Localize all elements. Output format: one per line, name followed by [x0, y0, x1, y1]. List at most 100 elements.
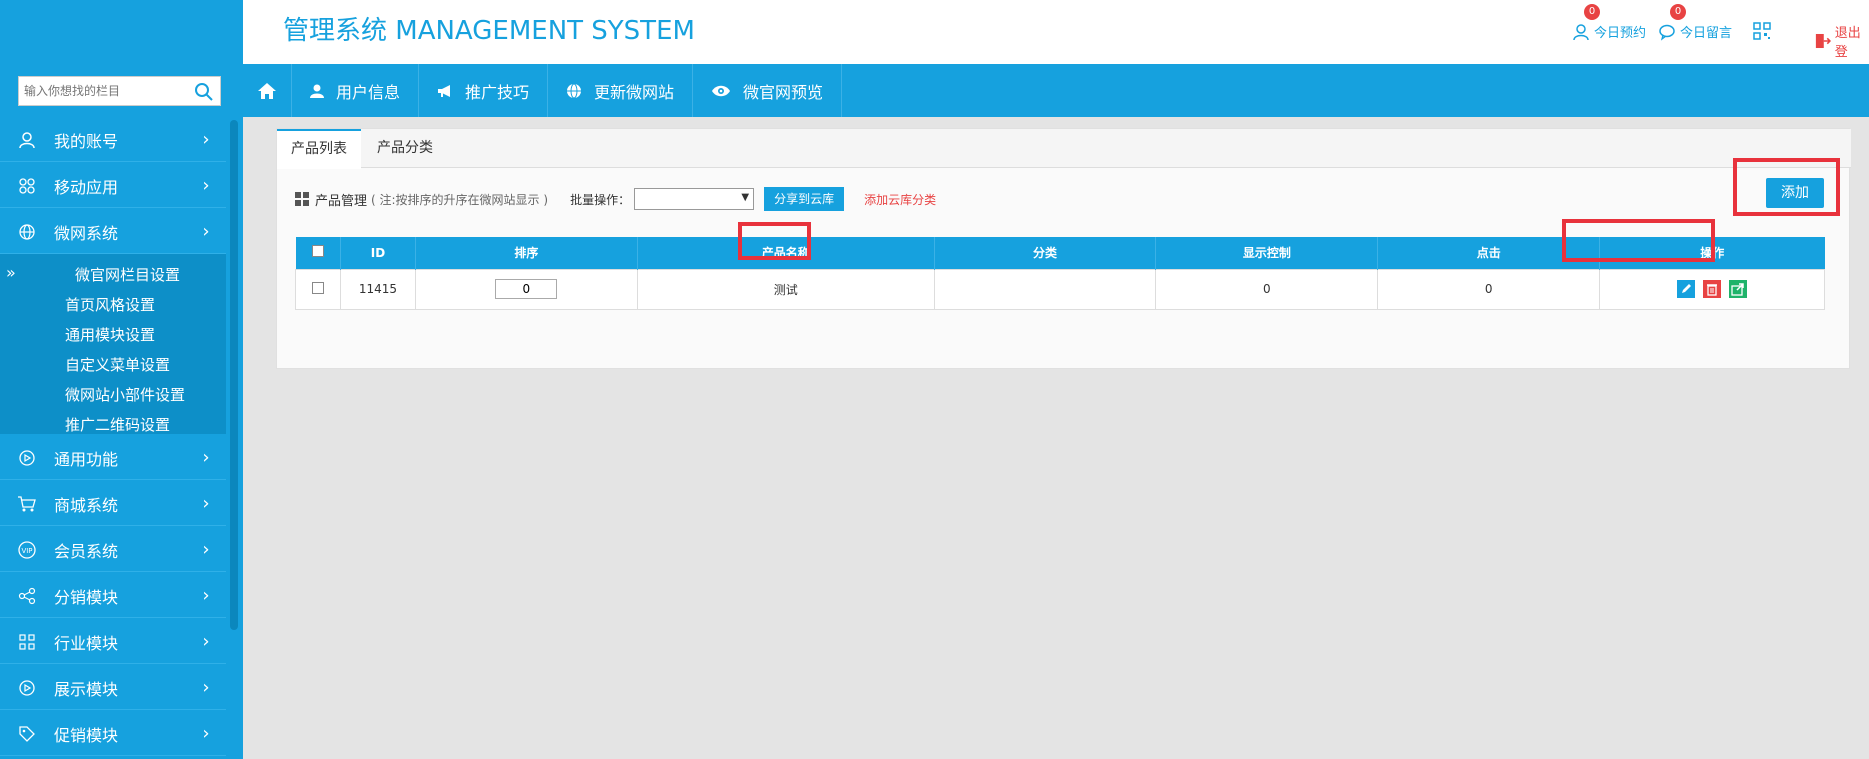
sidebar-item-label: 微网系统	[54, 220, 186, 244]
tag-icon	[0, 725, 54, 743]
globe-icon	[0, 223, 54, 241]
share-icon[interactable]	[1729, 280, 1747, 298]
header: 管理系统 MANAGEMENT SYSTEM 今日预约 0 今日留言 0 退出登	[243, 0, 1869, 64]
nav-label: 推广技巧	[465, 79, 529, 103]
double-chevron-right-icon: »	[6, 263, 16, 282]
actions-cell	[1600, 269, 1825, 309]
batch-label: 批量操作：	[570, 191, 630, 208]
caret-down-icon: ▼	[741, 192, 749, 203]
today-appointments-link[interactable]: 今日预约	[1572, 22, 1646, 41]
chevron-right-icon: ›	[186, 175, 226, 196]
sidebar-item-mobile-apps[interactable]: 移动应用 ›	[0, 164, 226, 208]
sidebar-item-label: 我的账号	[54, 128, 186, 152]
column-header: 显示控制	[1156, 237, 1378, 269]
today-appointments-label: 今日预约	[1594, 22, 1646, 41]
share-to-cloud-button[interactable]: 分享到云库	[764, 187, 844, 211]
chat-icon	[1658, 23, 1676, 41]
grid-icon	[295, 192, 309, 206]
sidebar-scrollbar[interactable]	[230, 120, 238, 630]
user-icon	[1572, 23, 1590, 41]
sidebar-item-industry[interactable]: 行业模块 ›	[0, 620, 226, 664]
category-cell	[934, 269, 1156, 309]
tab-product-list[interactable]: 产品列表	[277, 129, 361, 169]
name-cell: 测试	[637, 269, 934, 309]
nav-label: 微官网预览	[743, 79, 823, 103]
sidebar-item-label: 行业模块	[54, 630, 186, 654]
cart-icon	[0, 495, 54, 513]
sort-input[interactable]	[495, 279, 557, 299]
select-all-checkbox[interactable]	[312, 245, 324, 257]
home-icon	[257, 82, 277, 100]
nav-home[interactable]	[243, 64, 292, 117]
sidebar-search	[18, 76, 221, 106]
add-cloud-category-link[interactable]: 添加云库分类	[864, 191, 936, 208]
row-checkbox[interactable]	[312, 282, 324, 294]
sidebar-item-label: 分销模块	[54, 584, 186, 608]
sidebar-item-shop[interactable]: 商城系统 ›	[0, 482, 226, 526]
sidebar-item-micro-site[interactable]: 微网系统 ›	[0, 210, 226, 254]
sidebar-item-account[interactable]: 我的账号 ›	[0, 118, 226, 162]
sidebar-item-display[interactable]: 展示模块 ›	[0, 666, 226, 710]
chevron-right-icon: ›	[186, 493, 226, 514]
search-icon[interactable]	[194, 82, 214, 102]
logout-icon	[1815, 32, 1831, 50]
svg-text:VIP: VIP	[21, 547, 32, 555]
delete-icon[interactable]	[1703, 280, 1721, 298]
select-all-header	[296, 237, 341, 269]
play-circle-icon	[0, 679, 54, 697]
search-input[interactable]	[19, 77, 187, 105]
nav-label: 用户信息	[336, 79, 400, 103]
column-header: 分类	[934, 237, 1156, 269]
sidebar-item-label: 通用功能	[54, 446, 186, 470]
sidebar-item-label: 展示模块	[54, 676, 186, 700]
sidebar-item-promotion[interactable]: 促销模块 ›	[0, 712, 226, 756]
today-messages-link[interactable]: 今日留言	[1658, 22, 1732, 41]
qrcode-icon	[1753, 22, 1771, 40]
chevron-right-icon: ›	[186, 585, 226, 606]
nav-label: 更新微网站	[594, 79, 674, 103]
sidebar-item-label: 促销模块	[54, 722, 186, 746]
user-icon	[0, 131, 54, 149]
submenu-item[interactable]: 微官网栏目设置	[75, 260, 180, 290]
column-header: ID	[340, 237, 415, 269]
sidebar: 我的账号 › 移动应用 › 微网系统 › 微官网栏目设置 首页风格设置 通用模块…	[0, 0, 243, 759]
id-cell: 11415	[340, 269, 415, 309]
nav-update-site[interactable]: 更新微网站	[548, 64, 693, 117]
sidebar-item-general[interactable]: 通用功能 ›	[0, 436, 226, 480]
logout-label: 退出登	[1835, 22, 1869, 60]
highlight-box	[738, 222, 811, 260]
chevron-right-icon: ›	[186, 129, 226, 150]
column-header: 排序	[415, 237, 637, 269]
nav-preview-site[interactable]: 微官网预览	[693, 64, 842, 117]
nav-user-info[interactable]: 用户信息	[292, 64, 419, 117]
page-title: 管理系统 MANAGEMENT SYSTEM	[283, 10, 695, 47]
appointments-badge: 0	[1584, 4, 1600, 20]
logout-link[interactable]: 退出登	[1815, 22, 1869, 60]
sort-cell	[415, 269, 637, 309]
chevron-right-icon: ›	[186, 539, 226, 560]
globe-icon	[566, 83, 582, 99]
submenu-item[interactable]: 通用模块设置	[65, 320, 155, 350]
qrcode-link[interactable]	[1753, 22, 1771, 40]
messages-badge: 0	[1670, 4, 1686, 20]
sidebar-item-label: 商城系统	[54, 492, 186, 516]
chevron-right-icon: ›	[186, 631, 226, 652]
submenu-item[interactable]: 首页风格设置	[65, 290, 155, 320]
display-cell: 0	[1156, 269, 1378, 309]
tab-product-category[interactable]: 产品分类	[363, 129, 447, 168]
clicks-cell: 0	[1378, 269, 1600, 309]
sidebar-item-distribution[interactable]: 分销模块 ›	[0, 574, 226, 618]
sidebar-item-label: 移动应用	[54, 174, 186, 198]
highlight-box	[1733, 158, 1840, 216]
submenu-item[interactable]: 微网站小部件设置	[65, 380, 185, 410]
tab-bar: 产品列表 产品分类	[277, 129, 1851, 168]
eye-icon	[711, 84, 731, 98]
edit-icon[interactable]	[1677, 280, 1695, 298]
submenu-item[interactable]: 自定义菜单设置	[65, 350, 170, 380]
play-circle-icon	[0, 449, 54, 467]
chevron-right-icon: ›	[186, 447, 226, 468]
sidebar-item-member[interactable]: VIP 会员系统 ›	[0, 528, 226, 572]
batch-select[interactable]: ▼	[634, 188, 754, 210]
nav-promo-tips[interactable]: 推广技巧	[419, 64, 548, 117]
section-note: ( 注:按排序的升序在微网站显示 )	[371, 191, 548, 208]
